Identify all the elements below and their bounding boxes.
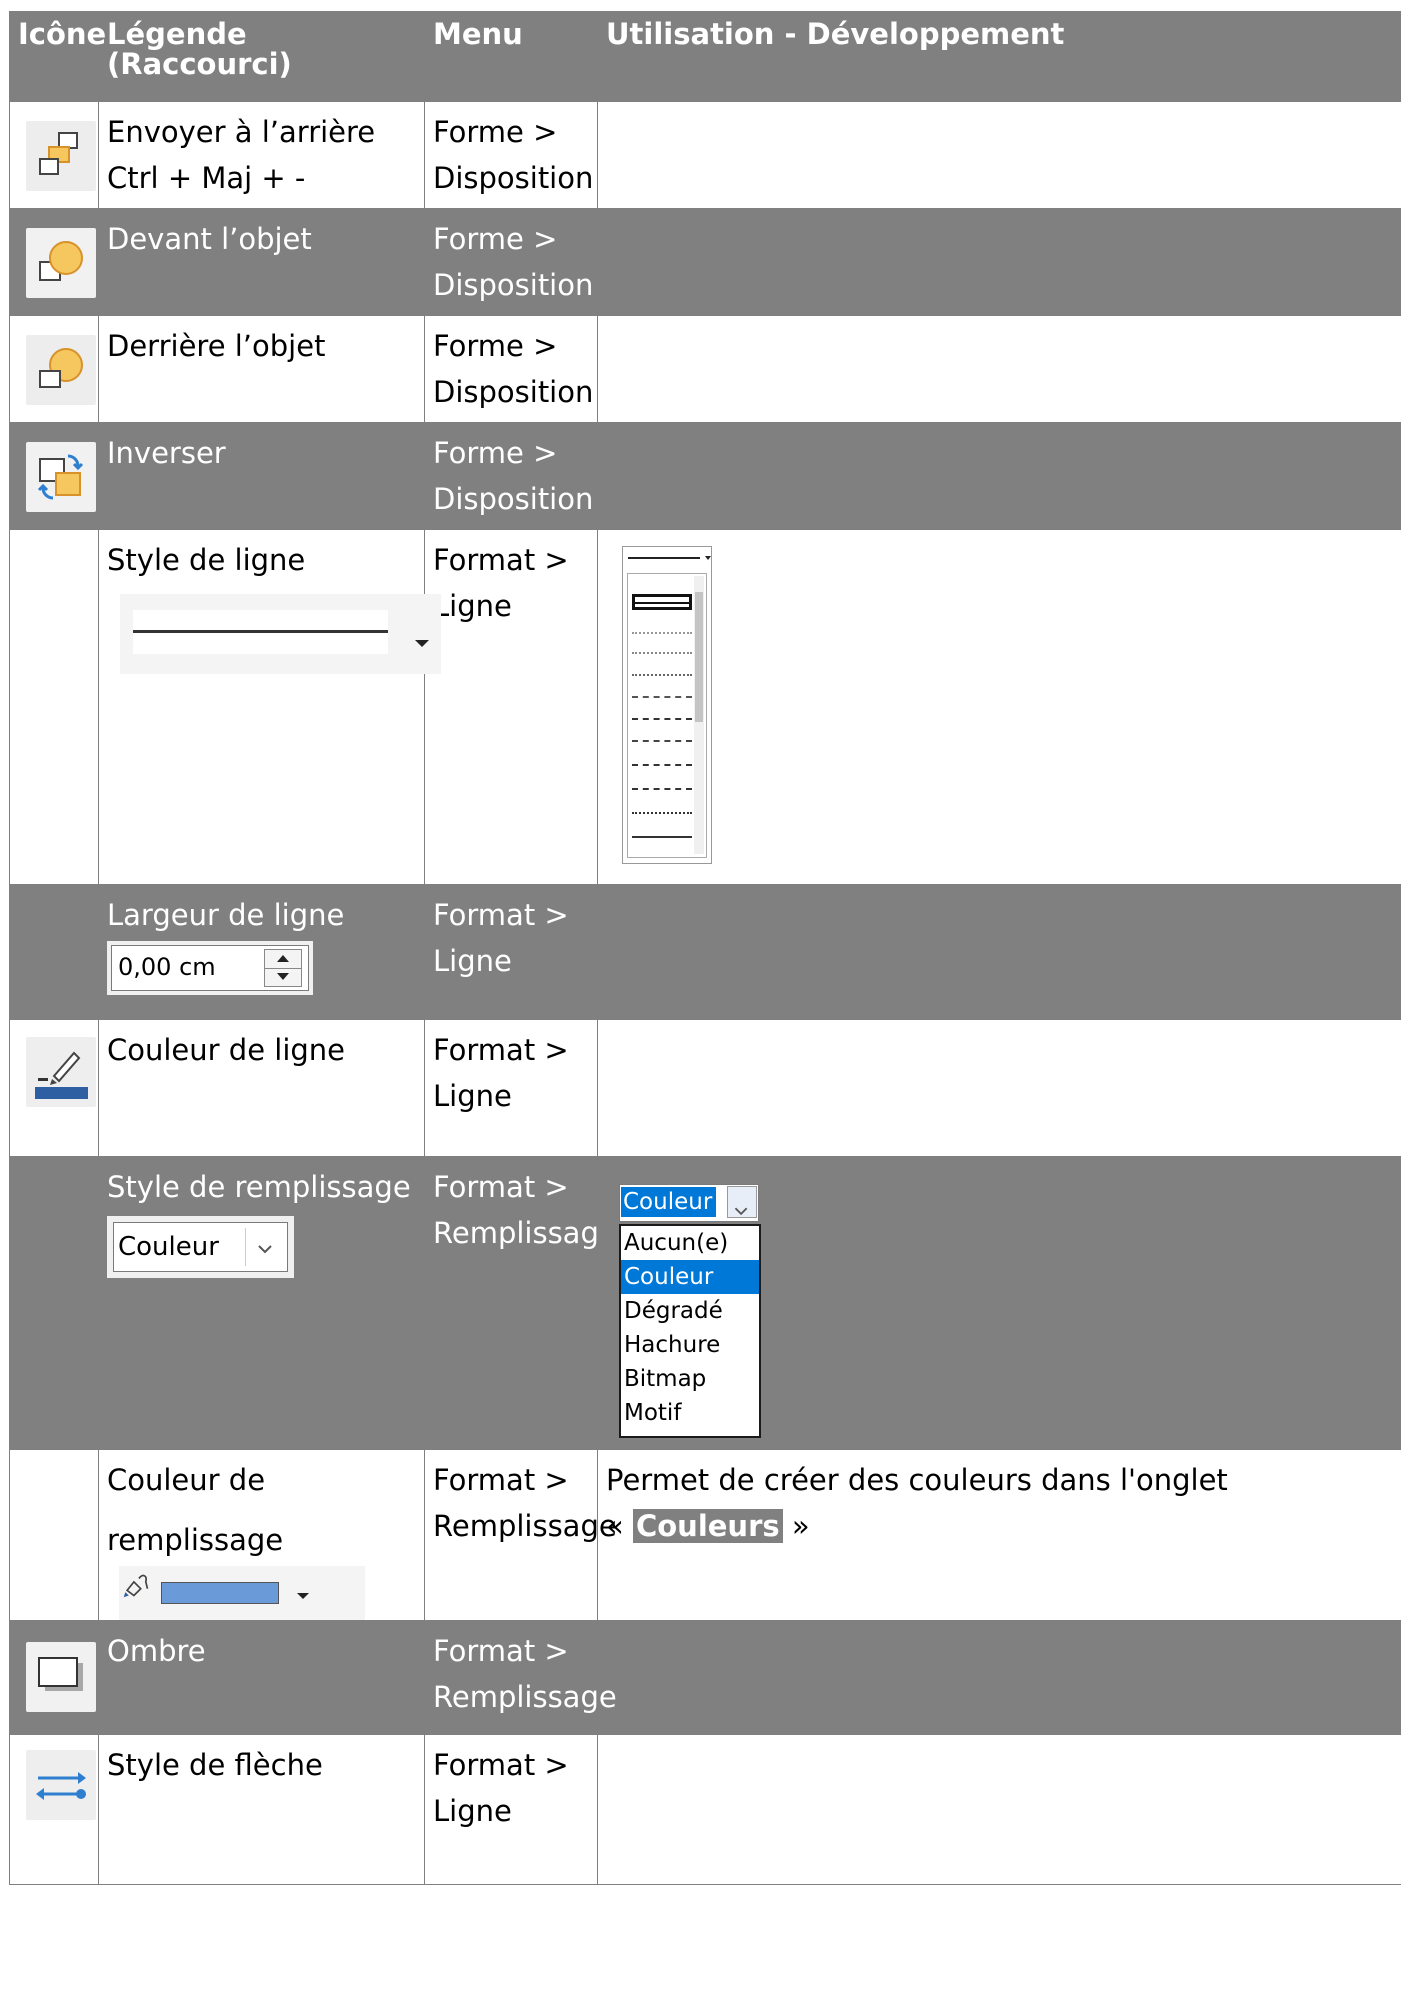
chevron-down-icon[interactable] bbox=[415, 640, 429, 647]
chevron-down-icon[interactable] bbox=[297, 1593, 309, 1599]
fill-option[interactable]: Hachure bbox=[621, 1328, 759, 1362]
header-icon: Icône bbox=[9, 11, 106, 102]
table-row: Largeur de ligne 0,00 cm Format > Ligne bbox=[9, 884, 1401, 1020]
table-row: Derrière l’objet Forme > Disposition bbox=[9, 315, 1401, 423]
table-row: Ombre Format > Remplissage bbox=[9, 1620, 1401, 1735]
row-title: Couleur de ligne bbox=[107, 1033, 346, 1067]
menu-path-sub: Ligne bbox=[433, 944, 512, 978]
row-title: Inverser bbox=[107, 436, 226, 470]
usage-cell bbox=[597, 1019, 1401, 1157]
menu-path-sub: Ligne bbox=[433, 1794, 512, 1828]
chevron-down-icon[interactable] bbox=[245, 1228, 283, 1266]
header-row: Icône Légende (Raccourci) Menu Utilisati… bbox=[9, 11, 1401, 102]
row-title: Style de remplissage bbox=[107, 1170, 411, 1204]
usage-cell bbox=[597, 1734, 1401, 1885]
line-style-list bbox=[627, 573, 707, 858]
fill-option[interactable]: Motif bbox=[621, 1396, 759, 1430]
row-title: Ombre bbox=[107, 1634, 206, 1668]
usage-cell bbox=[597, 422, 1401, 530]
row-title: Style de ligne bbox=[107, 543, 306, 577]
in-front-of-object-icon[interactable] bbox=[26, 228, 96, 298]
header-usage: Utilisation - Développement bbox=[597, 11, 1401, 102]
chevron-down-icon[interactable] bbox=[727, 1186, 757, 1218]
fill-style-dropdown[interactable]: Couleur Aucun(e) Couleur Dégradé Hachure… bbox=[619, 1184, 761, 1444]
fill-color-select[interactable] bbox=[119, 1566, 365, 1620]
line-width-value[interactable]: 0,00 cm bbox=[118, 950, 216, 984]
row-title: Devant l’objet bbox=[107, 222, 312, 256]
send-to-back-icon[interactable] bbox=[26, 121, 96, 191]
fill-option[interactable]: Dégradé bbox=[621, 1294, 759, 1328]
stepper-down-icon[interactable] bbox=[277, 973, 289, 980]
behind-object-icon[interactable] bbox=[26, 335, 96, 405]
row-title: Largeur de ligne bbox=[107, 898, 345, 932]
row-shortcut: Ctrl + Maj + - bbox=[107, 161, 306, 195]
table-row: Couleur de remplissage Format > Rempliss… bbox=[9, 1449, 1401, 1621]
menu-path-sub: Remplissage bbox=[433, 1216, 617, 1250]
line-sample bbox=[133, 630, 388, 633]
fill-option[interactable]: Aucun(e) bbox=[621, 1226, 759, 1260]
fill-style-value[interactable]: Couleur bbox=[118, 1229, 219, 1265]
usage-cell bbox=[597, 101, 1401, 209]
table-row: Envoyer à l’arrière Ctrl + Maj + - Forme… bbox=[9, 101, 1401, 209]
line-style-select[interactable] bbox=[120, 594, 441, 674]
header-legend: Légende (Raccourci) bbox=[98, 11, 425, 102]
table-row: Devant l’objet Forme > Disposition bbox=[9, 208, 1401, 316]
menu-path-sub: Remplissage bbox=[433, 1509, 617, 1543]
usage-cell bbox=[597, 208, 1401, 316]
usage-cell bbox=[597, 1620, 1401, 1735]
usage-cell bbox=[597, 315, 1401, 423]
couleurs-tab-label: Couleurs bbox=[632, 1509, 783, 1543]
menu-path-sub: Remplissage bbox=[433, 1680, 617, 1714]
reverse-icon[interactable] bbox=[26, 442, 96, 512]
fill-dropdown-list[interactable]: Aucun(e) Couleur Dégradé Hachure Bitmap … bbox=[619, 1224, 761, 1438]
scrollbar-thumb[interactable] bbox=[695, 592, 703, 722]
fill-option[interactable]: Bitmap bbox=[621, 1362, 759, 1396]
arrow-style-icon[interactable] bbox=[26, 1750, 96, 1820]
table-row: Couleur de ligne Format > Ligne bbox=[9, 1019, 1401, 1157]
shadow-icon[interactable] bbox=[26, 1642, 96, 1712]
fill-style-select[interactable]: Couleur bbox=[107, 1216, 294, 1278]
menu-path-sub: Disposition bbox=[433, 161, 594, 195]
stepper-up-icon[interactable] bbox=[277, 955, 289, 962]
scrollbar[interactable] bbox=[694, 576, 704, 854]
commands-table: Icône Légende (Raccourci) Menu Utilisati… bbox=[9, 11, 1401, 1885]
paint-bucket-icon bbox=[123, 1574, 149, 1598]
chevron-down-icon bbox=[705, 556, 711, 560]
fill-dropdown-selected[interactable]: Couleur bbox=[621, 1187, 717, 1217]
menu-path-sub: Ligne bbox=[433, 589, 512, 623]
usage-cell bbox=[597, 884, 1401, 1020]
row-title: Couleur de remplissage bbox=[107, 1463, 284, 1557]
header-menu: Menu bbox=[424, 11, 598, 102]
fill-color-swatch[interactable] bbox=[161, 1582, 279, 1604]
menu-path-sub: Disposition bbox=[433, 268, 594, 302]
line-width-stepper[interactable] bbox=[264, 949, 302, 987]
menu-path-sub: Disposition bbox=[433, 375, 594, 409]
table-row: Style de flèche Format > Ligne bbox=[9, 1734, 1401, 1885]
table-row: Style de ligne Format > Ligne bbox=[9, 529, 1401, 885]
menu-path-sub: Ligne bbox=[433, 1079, 512, 1113]
menu-path-sub: Disposition bbox=[433, 482, 594, 516]
line-width-field[interactable]: 0,00 cm bbox=[107, 941, 313, 995]
table-row: Inverser Forme > Disposition bbox=[9, 422, 1401, 530]
table-row: Style de remplissage Couleur Format > Re… bbox=[9, 1156, 1401, 1450]
fill-option[interactable]: Couleur bbox=[621, 1260, 759, 1294]
row-title: Style de flèche bbox=[107, 1748, 323, 1782]
row-title: Derrière l’objet bbox=[107, 329, 326, 363]
line-color-icon[interactable] bbox=[26, 1037, 96, 1107]
line-style-dropdown[interactable] bbox=[622, 546, 712, 866]
